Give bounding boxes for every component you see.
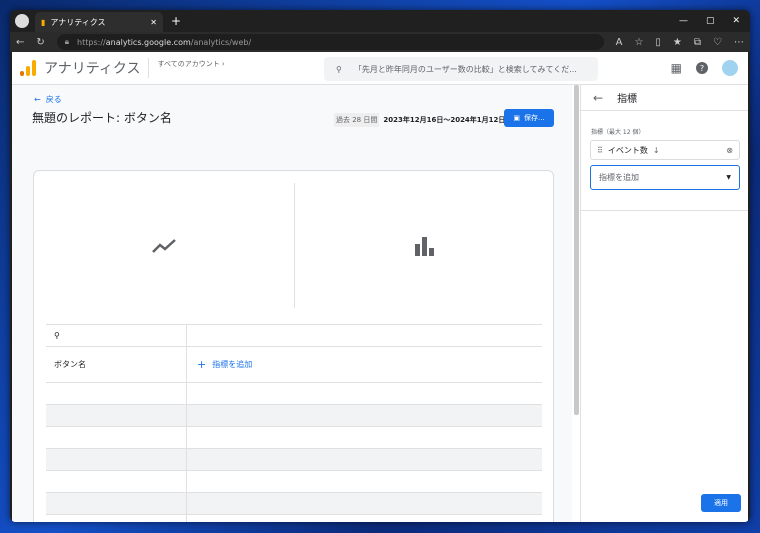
bar-chart-option[interactable] [295, 183, 555, 308]
report-card: ⚲ ボタン名 + 指標を追加 [33, 170, 554, 522]
address-bar: ← ↻ 🔒︎ https://analytics.google.com/anal… [10, 32, 750, 52]
add-metric-placeholder: 指標を追加 [599, 173, 639, 182]
browser-window: ▮ アナリティクス ✕ + — ▢ ✕ ← ↻ 🔒︎ https://analyti… [10, 10, 750, 522]
back-link[interactable]: ← 戻る [34, 94, 62, 105]
tab-title: アナリティクス [50, 17, 106, 27]
save-button[interactable]: ▣ 保存... [504, 109, 554, 127]
profile-icon[interactable] [15, 14, 29, 28]
minimize-icon[interactable]: — [679, 16, 688, 26]
panel-back-icon[interactable]: ← [593, 91, 603, 105]
scrollbar[interactable] [574, 85, 579, 415]
avatar[interactable] [722, 60, 738, 76]
url-path: /analytics/web/ [190, 37, 252, 47]
sort-arrow-down-icon[interactable]: ↓ [653, 146, 660, 155]
table-row [46, 404, 542, 426]
collections-icon[interactable]: ⧉ [694, 37, 701, 48]
search-input[interactable]: ⚲ 「先月と昨年同月のユーザー数の比較」と検索してみてくだ... [324, 57, 598, 81]
dropdown-arrow-icon: ▼ [726, 174, 731, 181]
url-text: https://analytics.google.com/analytics/w… [77, 38, 251, 47]
help-icon[interactable]: ? [696, 62, 708, 74]
read-aloud-icon[interactable]: A [616, 37, 623, 48]
browser-tab[interactable]: ▮ アナリティクス ✕ [35, 12, 163, 32]
table-row [46, 382, 542, 404]
search-icon: ⚲ [336, 64, 342, 74]
apps-grid-icon[interactable]: ▦ [671, 61, 682, 75]
dimension-header: ボタン名 [46, 347, 187, 382]
favorite-star-icon[interactable]: ☆ [634, 37, 643, 48]
reload-icon[interactable]: ↻ [36, 37, 44, 48]
lock-icon: 🔒︎ [64, 37, 70, 46]
back-label: 戻る [45, 95, 62, 104]
url-prefix: https:// [77, 37, 106, 47]
extensions-icon[interactable]: ♡ [713, 37, 722, 48]
add-metric-label: 指標を追加 [212, 360, 253, 369]
metric-chip[interactable]: ⠿ イベント数 ↓ ⊗ [590, 140, 740, 160]
maximize-icon[interactable]: ▢ [706, 16, 715, 26]
metrics-label: 指標（最大 12 個） [591, 129, 645, 136]
brand-name: アナリティクス [44, 58, 150, 78]
split-screen-icon[interactable]: ▯ [655, 37, 661, 48]
line-chart-option[interactable] [34, 183, 294, 308]
panel-title: 指標 [617, 94, 638, 105]
add-metric-button[interactable]: + 指標を追加 [187, 347, 542, 382]
new-tab-button[interactable]: + [171, 14, 181, 28]
page-title: 無題のレポート: ボタン名 [32, 111, 172, 125]
table-row [46, 492, 542, 514]
table-row [46, 448, 542, 470]
account-picker[interactable]: すべてのアカウント › [157, 59, 224, 69]
favorites-icon[interactable]: ★ [673, 37, 682, 48]
remove-circle-icon[interactable]: ⊗ [726, 146, 733, 155]
apply-button[interactable]: 適用 [701, 494, 741, 512]
analytics-logo-icon[interactable] [20, 60, 36, 76]
close-window-icon[interactable]: ✕ [732, 16, 740, 26]
title-bar: ▮ アナリティクス ✕ + — ▢ ✕ [10, 10, 750, 32]
add-metric-dropdown[interactable]: 指標を追加 ▼ [590, 165, 740, 190]
save-icon: ▣ [513, 114, 520, 122]
more-icon[interactable]: ⋯ [734, 37, 744, 48]
url-field[interactable]: 🔒︎ https://analytics.google.com/analytic… [56, 34, 604, 50]
table-row [46, 470, 542, 492]
table-row [46, 426, 542, 448]
bar-chart-icon [415, 236, 434, 256]
date-range: 2023年12月16日～2024年1月12日 [383, 116, 506, 124]
report-area: ← 戻る 無題のレポート: ボタン名 過去 28 日間 2023年12月16日～2… [12, 85, 572, 522]
data-table: ⚲ ボタン名 + 指標を追加 [46, 324, 542, 522]
date-range-label: 過去 28 日間 [334, 113, 380, 127]
search-icon: ⚲ [54, 331, 60, 340]
arrow-left-icon: ← [34, 95, 41, 104]
close-tab-icon[interactable]: ✕ [150, 18, 157, 27]
ga-header: アナリティクス すべてのアカウント › ⚲ 「先月と昨年同月のユーザー数の比較」と… [12, 52, 748, 85]
divider [581, 210, 748, 211]
back-nav-icon[interactable]: ← [16, 37, 24, 48]
url-host: analytics.google.com [105, 37, 191, 47]
date-range-picker[interactable]: 過去 28 日間 2023年12月16日～2024年1月12日 [334, 113, 505, 127]
analytics-favicon-icon: ▮ [41, 17, 46, 27]
drag-handle-icon[interactable]: ⠿ [597, 146, 603, 155]
page: アナリティクス すべてのアカウント › ⚲ 「先月と昨年同月のユーザー数の比較」と… [12, 52, 748, 522]
metrics-panel: ← 指標 指標（最大 12 個） ⠿ イベント数 ↓ ⊗ 指標を追加 ▼ 適用 [580, 85, 748, 522]
plus-icon: + [197, 358, 207, 371]
metric-name: イベント数 [607, 145, 648, 155]
line-chart-icon [152, 238, 176, 253]
table-row [46, 514, 542, 522]
table-search[interactable]: ⚲ [46, 325, 187, 346]
save-label: 保存... [523, 114, 545, 122]
search-placeholder: 「先月と昨年同月のユーザー数の比較」と検索してみてくだ... [353, 64, 577, 74]
